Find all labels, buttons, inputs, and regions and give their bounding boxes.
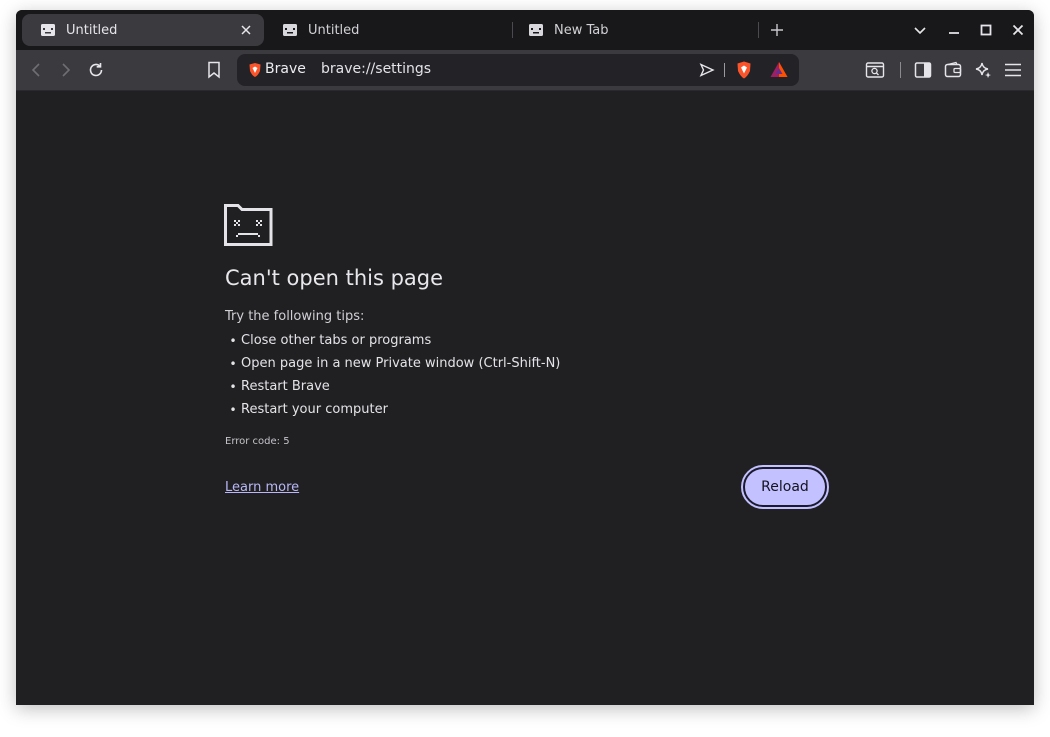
bookmark-button[interactable] [200, 56, 228, 84]
reload-icon [89, 63, 103, 77]
tip-text: Restart Brave [241, 379, 330, 394]
plus-icon [771, 24, 783, 36]
tab-untitled-active[interactable]: Untitled [22, 14, 264, 46]
address-bar[interactable]: Brave brave://settings [237, 54, 799, 86]
leo-ai-icon [975, 62, 991, 78]
bullet-icon: • [229, 379, 237, 394]
tab-untitled[interactable]: Untitled [264, 14, 506, 46]
error-title: Can't open this page [225, 266, 444, 290]
menu-icon [1005, 63, 1021, 77]
address-bar-divider [724, 63, 725, 77]
forward-arrow-icon [62, 63, 71, 77]
list-item: • Restart your computer [225, 398, 560, 421]
tab-search-toolbar-button[interactable] [861, 56, 889, 84]
leo-ai-button[interactable] [969, 56, 997, 84]
bullet-icon: • [229, 356, 237, 371]
close-window-button[interactable] [1006, 18, 1030, 42]
reload-button[interactable]: Reload [741, 465, 829, 509]
reload-button[interactable] [82, 56, 110, 84]
sad-folder-icon [224, 204, 274, 246]
send-icon[interactable] [697, 60, 717, 80]
sidebar-button[interactable] [909, 56, 937, 84]
toolbar: Brave brave://settings [16, 50, 1034, 91]
forward-button[interactable] [52, 56, 80, 84]
tab-strip: Untitled Untitled New Tab [16, 10, 1034, 50]
minimize-icon [949, 32, 959, 34]
back-button[interactable] [22, 56, 50, 84]
tab-title: Untitled [66, 22, 118, 38]
toolbar-divider [900, 62, 901, 78]
learn-more-link[interactable]: Learn more [225, 480, 299, 495]
error-page: Can't open this page Try the following t… [16, 91, 1034, 705]
browser-window: Untitled Untitled New Tab Brave brave://… [16, 10, 1034, 705]
bookmark-icon [208, 61, 220, 79]
sad-folder-icon [40, 22, 56, 38]
close-icon[interactable] [236, 20, 256, 40]
tab-search-button[interactable] [908, 18, 932, 42]
error-code: Error code: 5 [225, 436, 290, 447]
back-arrow-icon [31, 63, 40, 77]
maximize-button[interactable] [974, 18, 998, 42]
bat-rewards-icon[interactable] [769, 60, 789, 80]
tab-title: New Tab [554, 22, 609, 38]
brave-lion-icon[interactable] [734, 60, 754, 80]
tab-separator [758, 22, 759, 38]
new-tab-button[interactable] [765, 18, 789, 42]
wallet-button[interactable] [939, 56, 967, 84]
tips-list: • Close other tabs or programs • Open page… [225, 329, 560, 421]
maximize-icon [980, 24, 992, 36]
tip-text: Open page in a new Private window (Ctrl-… [241, 356, 561, 371]
main-menu-button[interactable] [999, 56, 1027, 84]
chevron-down-icon [914, 27, 926, 35]
tips-heading: Try the following tips: [225, 309, 365, 324]
tab-search-icon [865, 62, 885, 78]
wallet-icon [944, 61, 962, 78]
tab-new-tab[interactable]: New Tab [510, 14, 752, 46]
url-text[interactable]: brave://settings [321, 61, 431, 77]
site-label: Brave [265, 61, 306, 77]
bullet-icon: • [229, 333, 237, 348]
list-item: • Open page in a new Private window (Ctrl… [225, 352, 560, 375]
sad-folder-icon [528, 22, 544, 38]
sidebar-icon [914, 62, 932, 78]
minimize-button[interactable] [942, 18, 966, 42]
sad-folder-icon [282, 22, 298, 38]
brave-shield-icon [247, 62, 263, 78]
list-item: • Close other tabs or programs [225, 329, 560, 352]
tab-title: Untitled [308, 22, 360, 38]
tip-text: Restart your computer [241, 402, 388, 417]
list-item: • Restart Brave [225, 375, 560, 398]
tip-text: Close other tabs or programs [241, 333, 432, 348]
close-icon [1012, 24, 1024, 36]
bullet-icon: • [229, 402, 237, 417]
